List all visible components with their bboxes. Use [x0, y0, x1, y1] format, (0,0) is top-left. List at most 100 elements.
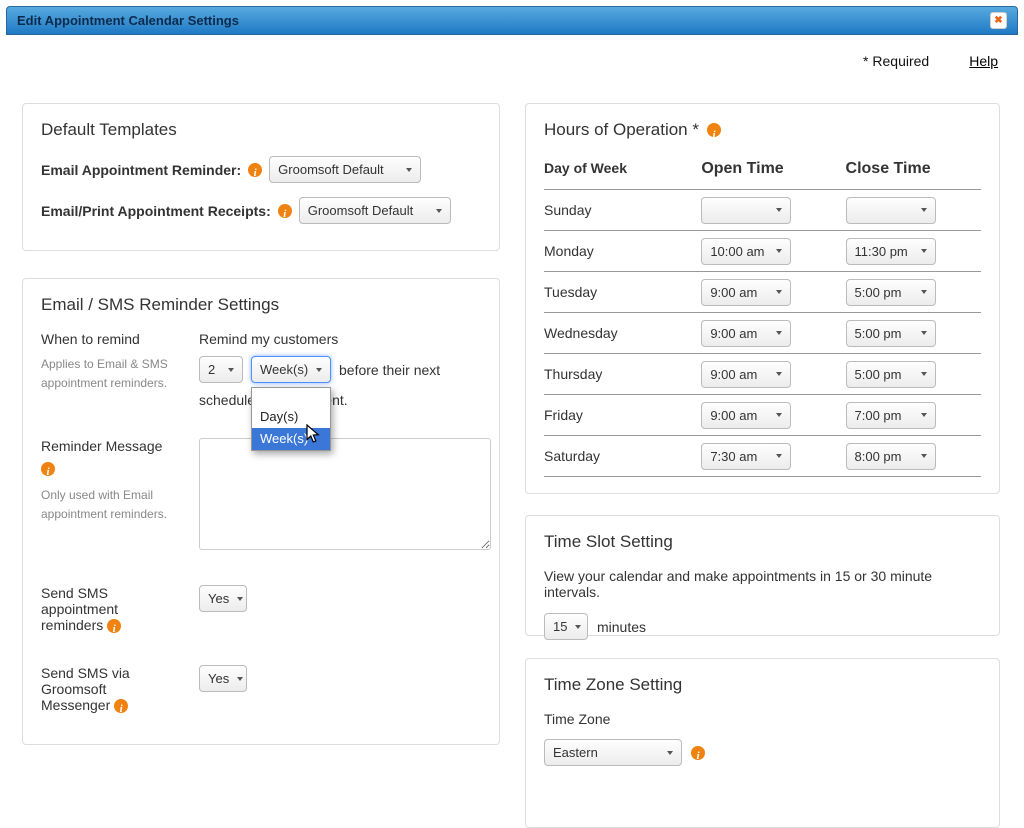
dialog-titlebar: Edit Appointment Calendar Settings — [6, 6, 1018, 35]
caret-down-icon — [667, 751, 673, 755]
hours-table-header: Day of Week Open Time Close Time — [544, 156, 981, 190]
info-icon[interactable] — [691, 746, 705, 760]
open-time-select[interactable]: 9:00 am — [701, 279, 791, 306]
email-reminder-select[interactable]: Groomsoft Default — [269, 156, 421, 183]
info-icon[interactable] — [248, 163, 262, 177]
open-time-select[interactable]: 7:30 am — [701, 443, 791, 470]
info-icon[interactable] — [278, 204, 292, 218]
info-icon[interactable] — [41, 462, 55, 476]
day-label: Monday — [544, 243, 701, 259]
sms-reminders-select[interactable]: Yes — [199, 585, 247, 612]
info-icon[interactable] — [107, 619, 121, 633]
open-time-select[interactable]: 9:00 am — [701, 361, 791, 388]
close-time-select[interactable]: 5:00 pm — [846, 320, 936, 347]
open-time-select[interactable]: 9:00 am — [701, 402, 791, 429]
caret-down-icon — [436, 209, 442, 213]
close-time-select[interactable] — [846, 197, 936, 224]
remind-tail-text-2: scheduled appointment. — [199, 392, 481, 408]
select-value: 7:00 pm — [855, 408, 902, 423]
close-time-select[interactable]: 8:00 pm — [846, 443, 936, 470]
table-row: Wednesday 9:00 am 5:00 pm — [544, 313, 981, 354]
time-slot-select[interactable]: 15 — [544, 613, 588, 640]
time-zone-select[interactable]: Eastern — [544, 739, 682, 766]
unit-option-blank[interactable] — [252, 388, 330, 406]
receipts-select[interactable]: Groomsoft Default — [299, 197, 451, 224]
caret-down-icon — [776, 331, 782, 335]
email-reminder-label: Email Appointment Reminder: — [41, 162, 241, 178]
unit-option-days[interactable]: Day(s) — [252, 406, 330, 428]
select-value: 5:00 pm — [855, 326, 902, 341]
remind-count-select[interactable]: 2 — [199, 356, 243, 383]
col-close-time: Close Time — [846, 160, 981, 178]
day-label: Friday — [544, 407, 701, 423]
select-value: 10:00 am — [710, 244, 764, 259]
close-time-select[interactable]: 5:00 pm — [846, 279, 936, 306]
select-value: Groomsoft Default — [308, 203, 414, 218]
receipts-label: Email/Print Appointment Receipts: — [41, 203, 271, 219]
caret-down-icon — [237, 677, 243, 681]
select-value: 11:30 pm — [855, 244, 908, 259]
close-time-select[interactable]: 7:00 pm — [846, 402, 936, 429]
when-sub-line2: appointment reminders. — [41, 374, 199, 393]
when-sub-line1: Applies to Email & SMS — [41, 355, 199, 374]
dialog-title: Edit Appointment Calendar Settings — [17, 13, 239, 28]
message-sub-line2: appointment reminders. — [41, 505, 199, 524]
caret-down-icon — [406, 168, 412, 172]
caret-down-icon — [776, 208, 782, 212]
close-time-select[interactable]: 11:30 pm — [846, 238, 936, 265]
caret-down-icon — [921, 290, 927, 294]
panel-title: Email / SMS Reminder Settings — [41, 295, 481, 315]
select-value: Yes — [208, 671, 229, 686]
caret-down-icon — [921, 413, 927, 417]
required-note: * Required — [863, 53, 929, 69]
caret-down-icon — [776, 249, 782, 253]
select-value: 15 — [553, 619, 567, 634]
when-to-remind-block: When to remind Applies to Email & SMS ap… — [41, 331, 481, 408]
message-sub-line1: Only used with Email — [41, 486, 199, 505]
caret-down-icon — [575, 625, 581, 629]
select-value: Week(s) — [260, 362, 308, 377]
caret-down-icon — [921, 454, 927, 458]
remind-tail-text-1: before their next — [339, 362, 440, 378]
close-icon[interactable] — [990, 12, 1007, 29]
help-link[interactable]: Help — [969, 53, 998, 69]
default-templates-panel: Default Templates Email Appointment Remi… — [22, 103, 500, 251]
reminder-message-textarea[interactable] — [199, 438, 491, 550]
sms-messenger-select[interactable]: Yes — [199, 665, 247, 692]
table-row: Thursday 9:00 am 5:00 pm — [544, 354, 981, 395]
table-row: Tuesday 9:00 am 5:00 pm — [544, 272, 981, 313]
caret-down-icon — [237, 597, 243, 601]
hours-of-operation-panel: Hours of Operation * Day of Week Open Ti… — [525, 103, 1000, 494]
table-row: Saturday 7:30 am 8:00 pm — [544, 436, 981, 477]
open-time-select[interactable] — [701, 197, 791, 224]
sms-messenger-block: Send SMS via Groomsoft Messenger Yes — [41, 665, 481, 713]
time-slot-panel: Time Slot Setting View your calendar and… — [525, 515, 1000, 636]
caret-down-icon — [776, 290, 782, 294]
reminder-message-block: Reminder Message Only used with Email ap… — [41, 438, 481, 555]
reminder-settings-panel: Email / SMS Reminder Settings When to re… — [22, 278, 500, 745]
top-meta: * Required Help — [863, 53, 998, 69]
panel-title: Hours of Operation * — [544, 120, 981, 140]
time-slot-description: View your calendar and make appointments… — [544, 568, 981, 600]
time-zone-panel: Time Zone Setting Time Zone Eastern — [525, 658, 1000, 828]
select-value: Eastern — [553, 745, 598, 760]
caret-down-icon — [921, 372, 927, 376]
open-time-select[interactable]: 10:00 am — [701, 238, 791, 265]
info-icon[interactable] — [114, 699, 128, 713]
caret-down-icon — [921, 331, 927, 335]
select-value: Yes — [208, 591, 229, 606]
select-value: 9:00 am — [710, 326, 757, 341]
info-icon[interactable] — [707, 123, 721, 137]
open-time-select[interactable]: 9:00 am — [701, 320, 791, 347]
select-value: 9:00 am — [710, 285, 757, 300]
select-value: Groomsoft Default — [278, 162, 384, 177]
select-value: 9:00 am — [710, 408, 757, 423]
remind-unit-select[interactable]: Week(s) — [251, 356, 331, 383]
table-row: Sunday — [544, 190, 981, 231]
minutes-label: minutes — [597, 619, 646, 635]
caret-down-icon — [921, 208, 927, 212]
close-time-select[interactable]: 5:00 pm — [846, 361, 936, 388]
receipts-row: Email/Print Appointment Receipts: Grooms… — [41, 197, 481, 224]
sms-messenger-label: Send SMS via Groomsoft Messenger — [41, 665, 149, 713]
unit-option-weeks[interactable]: Week(s) — [252, 428, 330, 450]
